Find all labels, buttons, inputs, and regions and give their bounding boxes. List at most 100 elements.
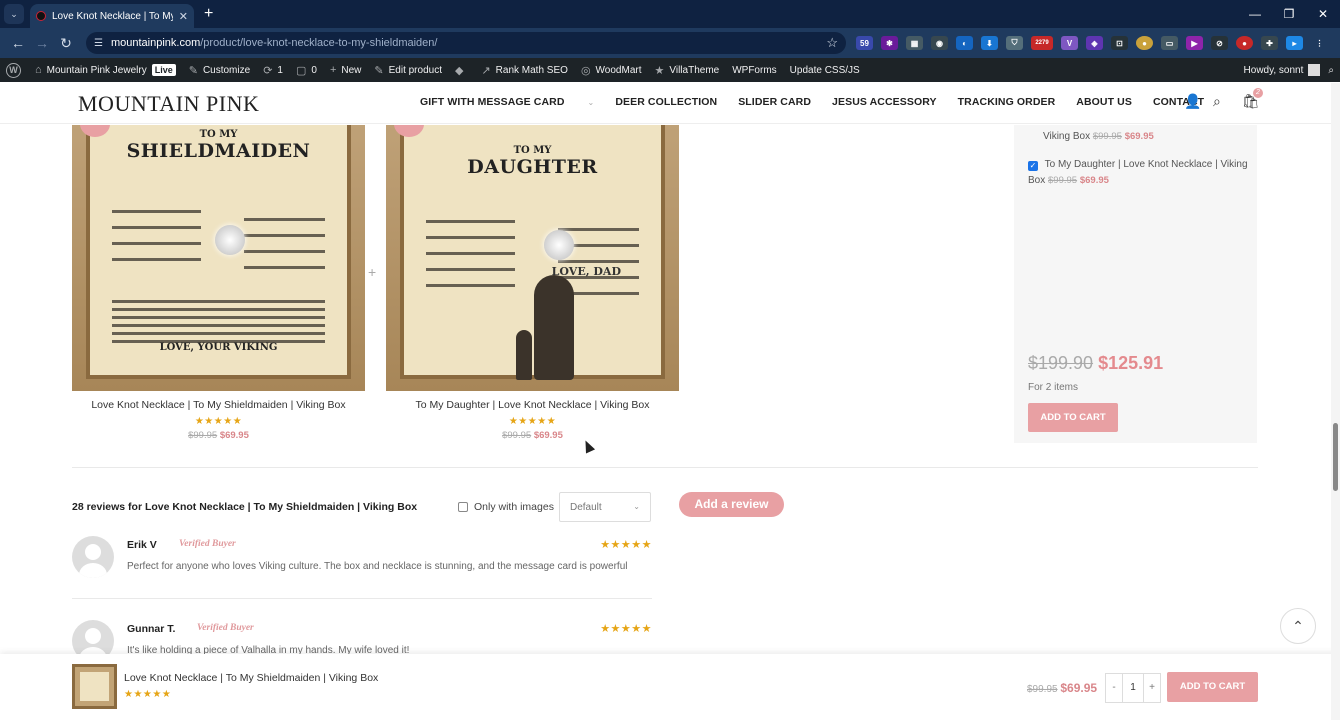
extension-camera-icon[interactable]: ◉ [931, 36, 948, 50]
extension-download-icon[interactable]: ⬇ [981, 36, 998, 50]
close-tab-icon[interactable]: ✕ [179, 10, 188, 23]
admin-woodmart[interactable]: ◎ WoodMart [581, 64, 642, 77]
customize-label: Customize [202, 64, 251, 76]
url-host: mountainpink.com [110, 37, 201, 49]
admin-comments[interactable]: ▢ 0 [296, 64, 317, 77]
bookmark-star-icon[interactable]: ☆ [826, 35, 838, 51]
howdy-user[interactable]: Howdy, sonnt [1244, 65, 1304, 76]
card-top-text: TO MY [513, 145, 552, 156]
nav-label: GIFT WITH MESSAGE CARD [420, 96, 565, 108]
product-price: $99.95 $69.95 [386, 430, 679, 441]
extension-grid-icon[interactable]: ▦ [906, 36, 923, 50]
bundle-item-new-price: $69.95 [1079, 175, 1109, 186]
nav-jesus-accessory[interactable]: JESUS ACCESSORY [832, 96, 937, 108]
extension-coin-icon[interactable]: ● [1136, 36, 1153, 50]
review-text: Perfect for anyone who loves Viking cult… [127, 561, 628, 572]
nav-slider-card[interactable]: SLIDER CARD [738, 96, 811, 108]
restore-icon[interactable]: ❐ [1272, 0, 1306, 28]
extension-59-icon[interactable]: 59 [856, 36, 873, 50]
wpforms-label: WPForms [732, 64, 777, 76]
wordpress-logo-icon[interactable]: W [6, 62, 21, 78]
add-review-button[interactable]: Add a review [679, 492, 784, 517]
new-tab-icon[interactable]: + [204, 5, 213, 23]
product-card-daughter: TO MY DAUGHTER LOVE, DAD To My Daughter … [386, 125, 679, 441]
browser-tab[interactable]: Love Knot Necklace | To My Sh ✕ [30, 4, 194, 28]
admin-diamond[interactable]: ◆ [455, 64, 468, 77]
nav-tracking-order[interactable]: TRACKING ORDER [958, 96, 1056, 108]
extension-play-icon[interactable]: ▶ [1186, 36, 1203, 50]
qty-input[interactable]: 1 [1122, 674, 1144, 702]
admin-wpforms[interactable]: WPForms [732, 65, 776, 76]
site-header: MOUNTAIN PINK GIFT WITH MESSAGE CARD ⌄ DE… [0, 82, 1340, 124]
only-with-images-filter[interactable]: Only with images [458, 501, 554, 513]
card-text-lines [426, 215, 639, 300]
extension-red-icon[interactable]: ● [1236, 36, 1253, 50]
browser-menu-icon[interactable]: ⋮ [1311, 36, 1328, 50]
admin-avatar[interactable] [1308, 64, 1321, 76]
bundle-item-old-price: $99.95 [1048, 175, 1078, 186]
url-path: /product/love-knot-necklace-to-my-shield… [200, 37, 438, 49]
nav-deer-collection[interactable]: DEER COLLECTION [615, 96, 717, 108]
nav-gift-with-message-card[interactable]: GIFT WITH MESSAGE CARD ⌄ [420, 96, 594, 108]
extension-2279-badge[interactable]: 2279 [1031, 36, 1053, 50]
admin-new[interactable]: + New [330, 64, 361, 76]
message-card-image: TO MY SHIELDMAIDEN LOVE, YOUR VIKING [86, 125, 351, 379]
cart-icon[interactable]: 🛍 2 [1242, 88, 1263, 109]
extension-circle-icon[interactable]: ◐ [956, 36, 973, 50]
extension-gear-icon[interactable]: ✱ [881, 36, 898, 50]
bundle-item-checkbox[interactable]: ✓ [1028, 161, 1038, 171]
product-name[interactable]: Love Knot Necklace | To My Shieldmaiden … [72, 399, 365, 411]
reload-icon[interactable]: ↻ [54, 35, 78, 52]
product-name[interactable]: To My Daughter | Love Knot Necklace | Vi… [386, 399, 679, 411]
address-bar[interactable]: ☰ mountainpink.com /product/love-knot-ne… [86, 32, 846, 54]
admin-villatheme[interactable]: ★ VillaTheme [655, 64, 720, 77]
close-window-icon[interactable]: ✕ [1306, 0, 1340, 28]
old-price: $99.95 [502, 430, 532, 441]
site-info-icon[interactable]: ☰ [94, 38, 103, 49]
scrollbar-thumb[interactable] [1333, 423, 1338, 491]
admin-rank-math[interactable]: ↗ Rank Math SEO [481, 64, 567, 77]
sticky-add-to-cart-button[interactable]: ADD TO CART [1167, 672, 1258, 702]
header-icons: 👤 ⌕ 🛍 2 [1184, 88, 1263, 109]
tab-search-icon[interactable]: ⌄ [4, 4, 24, 24]
sticky-product-thumbnail [72, 664, 117, 709]
card-heading: TO MY DAUGHTER [404, 145, 661, 178]
only-images-checkbox[interactable] [458, 502, 468, 512]
extension-vpn-icon[interactable]: ◈ [1086, 36, 1103, 50]
card-signature-text: LOVE, DAD [551, 265, 621, 278]
qty-plus-button[interactable]: + [1144, 674, 1160, 702]
admin-customize[interactable]: ✎ Customize [189, 64, 250, 77]
old-price: $99.95 [1027, 684, 1058, 695]
bundle-total-old: $199.90 [1028, 353, 1094, 373]
product-image[interactable]: TO MY DAUGHTER LOVE, DAD [386, 125, 679, 391]
forward-icon[interactable]: → [30, 35, 54, 51]
extension-shield-icon[interactable]: ⛉ [1006, 36, 1023, 50]
bundle-item-name[interactable]: Viking Box [1043, 131, 1090, 142]
extensions-puzzle-icon[interactable]: ✚ [1261, 36, 1278, 50]
extension-robot-icon[interactable]: ⊡ [1111, 36, 1128, 50]
rating-stars: ★★★★★ [194, 416, 243, 427]
admin-edit-product[interactable]: ✎ Edit product [374, 64, 442, 77]
admin-site-name[interactable]: ⌂ Mountain Pink Jewelry Live [35, 64, 176, 76]
admin-updates[interactable]: ⟳ 1 [263, 64, 283, 77]
extension-card-icon[interactable]: ▭ [1161, 36, 1178, 50]
admin-update-css[interactable]: Update CSS/JS [790, 65, 860, 76]
qty-minus-button[interactable]: - [1106, 674, 1122, 702]
cart-count-badge: 2 [1253, 88, 1263, 98]
scroll-to-top-button[interactable]: ⌃ [1280, 608, 1316, 644]
extension-arrow-icon[interactable]: ▸ [1286, 36, 1303, 50]
admin-search-icon[interactable]: ⌕ [1328, 65, 1334, 76]
minimize-icon[interactable]: — [1238, 0, 1272, 28]
nav-about-us[interactable]: ABOUT US [1076, 96, 1132, 108]
product-image[interactable]: TO MY SHIELDMAIDEN LOVE, YOUR VIKING [72, 125, 365, 391]
updates-icon: ⟳ [263, 64, 273, 77]
review-sort-select[interactable]: Default ⌄ [559, 492, 651, 522]
search-icon[interactable]: ⌕ [1213, 94, 1228, 109]
page-scrollbar[interactable] [1331, 83, 1340, 720]
extension-v-icon[interactable]: V [1061, 36, 1078, 50]
bundle-add-to-cart-button[interactable]: ADD TO CART [1028, 403, 1118, 432]
back-icon[interactable]: ← [6, 35, 30, 51]
site-logo[interactable]: MOUNTAIN PINK [78, 91, 259, 117]
extension-eye-off-icon[interactable]: ⊘ [1211, 36, 1228, 50]
account-icon[interactable]: 👤 [1184, 94, 1201, 109]
